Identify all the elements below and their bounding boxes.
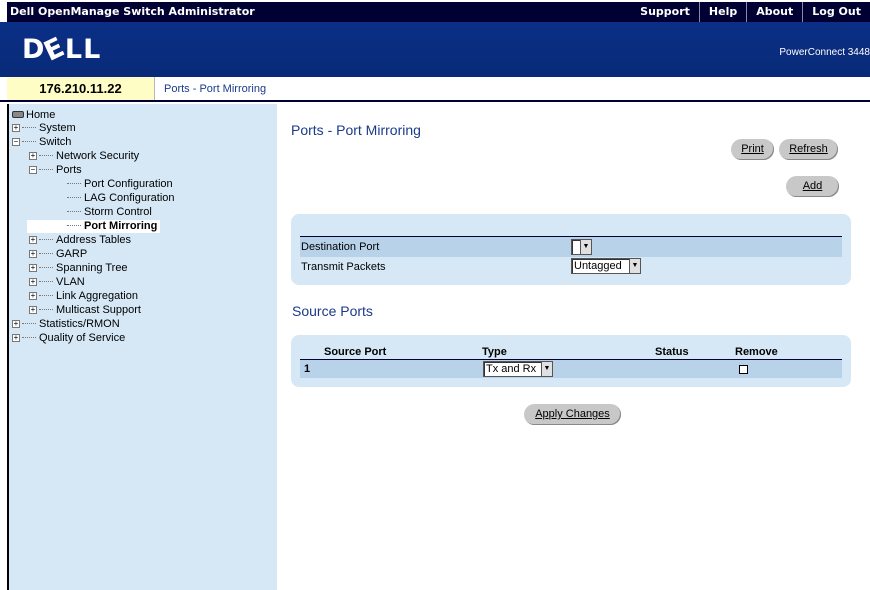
expand-icon[interactable]: + <box>29 278 37 286</box>
source-ports-title: Source Ports <box>292 303 373 319</box>
expand-icon[interactable]: + <box>12 124 20 132</box>
home-icon <box>12 111 24 118</box>
chevron-down-icon: ▼ <box>541 362 552 376</box>
column-header-remove: Remove <box>735 346 778 358</box>
logout-link[interactable]: Log Out <box>802 2 870 22</box>
collapse-icon[interactable]: − <box>12 138 20 146</box>
row-index: 1 <box>304 363 311 375</box>
top-links: Support Help About Log Out <box>631 2 870 22</box>
nav-item-lag-configuration[interactable]: LAG Configuration <box>67 192 175 205</box>
expand-icon[interactable]: + <box>29 250 37 258</box>
expand-icon[interactable]: + <box>12 334 20 342</box>
device-ip: 176.210.11.22 <box>7 77 155 100</box>
device-model: PowerConnect 3448 <box>779 47 870 58</box>
expand-icon[interactable]: + <box>29 236 37 244</box>
destination-port-label: Destination Port <box>301 241 380 253</box>
print-button[interactable]: Print <box>731 139 774 160</box>
nav-item-address-tables[interactable]: + Address Tables <box>29 234 131 247</box>
nav-item-port-mirroring[interactable]: Port Mirroring <box>27 220 161 233</box>
collapse-icon[interactable]: − <box>29 166 37 174</box>
expand-icon[interactable]: + <box>29 306 37 314</box>
nav-item-storm-control[interactable]: Storm Control <box>67 206 152 219</box>
breadcrumb: Ports - Port Mirroring <box>164 83 267 95</box>
expand-icon[interactable]: + <box>12 320 20 328</box>
add-button[interactable]: Add <box>786 176 839 197</box>
page-title: Ports - Port Mirroring <box>291 122 421 138</box>
row-remove-checkbox[interactable] <box>739 365 748 374</box>
transmit-packets-select[interactable]: Untagged ▼ <box>571 258 641 274</box>
chevron-down-icon: ▼ <box>580 240 591 254</box>
nav-item-ports[interactable]: − Ports <box>29 164 82 177</box>
expand-icon[interactable]: + <box>29 292 37 300</box>
nav-item-link-aggregation[interactable]: + Link Aggregation <box>29 290 138 303</box>
destination-port-select[interactable]: ▼ <box>571 239 592 255</box>
transmit-packets-label: Transmit Packets <box>301 261 386 273</box>
expand-icon[interactable]: + <box>29 152 37 160</box>
top-bar: Dell OpenManage Switch Administrator Sup… <box>0 0 870 22</box>
column-header-status: Status <box>655 346 689 358</box>
column-header-type: Type <box>482 346 507 358</box>
support-link[interactable]: Support <box>631 2 699 22</box>
nav-item-system[interactable]: + System <box>12 122 76 135</box>
refresh-button[interactable]: Refresh <box>779 139 838 160</box>
apply-changes-button[interactable]: Apply Changes <box>524 404 621 425</box>
nav-item-statistics-rmon[interactable]: + Statistics/RMON <box>12 318 120 331</box>
nav-item-spanning-tree[interactable]: + Spanning Tree <box>29 262 128 275</box>
about-link[interactable]: About <box>746 2 802 22</box>
expand-icon[interactable]: + <box>29 264 37 272</box>
nav-item-port-configuration[interactable]: Port Configuration <box>67 178 173 191</box>
table-row: 1 Tx and Rx ▼ <box>300 359 842 378</box>
nav-item-home[interactable]: Home <box>12 109 55 122</box>
nav-item-network-security[interactable]: + Network Security <box>29 150 139 163</box>
location-bar: 176.210.11.22 Ports - Port Mirroring <box>0 77 870 102</box>
nav-item-switch[interactable]: − Switch <box>12 136 71 149</box>
chevron-down-icon: ▼ <box>629 259 640 273</box>
dell-logo: DELL <box>22 31 102 68</box>
nav-item-garp[interactable]: + GARP <box>29 248 87 261</box>
nav-tree: Home + System − Switch + Network Security −… <box>7 104 277 590</box>
nav-item-vlan[interactable]: + VLAN <box>29 276 85 289</box>
nav-item-quality-of-service[interactable]: + Quality of Service <box>12 332 125 345</box>
row-type-select[interactable]: Tx and Rx ▼ <box>483 361 553 377</box>
nav-item-multicast-support[interactable]: + Multicast Support <box>29 304 141 317</box>
help-link[interactable]: Help <box>698 2 746 22</box>
column-header-source-port: Source Port <box>324 346 387 358</box>
app-title: Dell OpenManage Switch Administrator <box>10 5 255 18</box>
banner: DELL PowerConnect 3448 <box>0 22 870 77</box>
